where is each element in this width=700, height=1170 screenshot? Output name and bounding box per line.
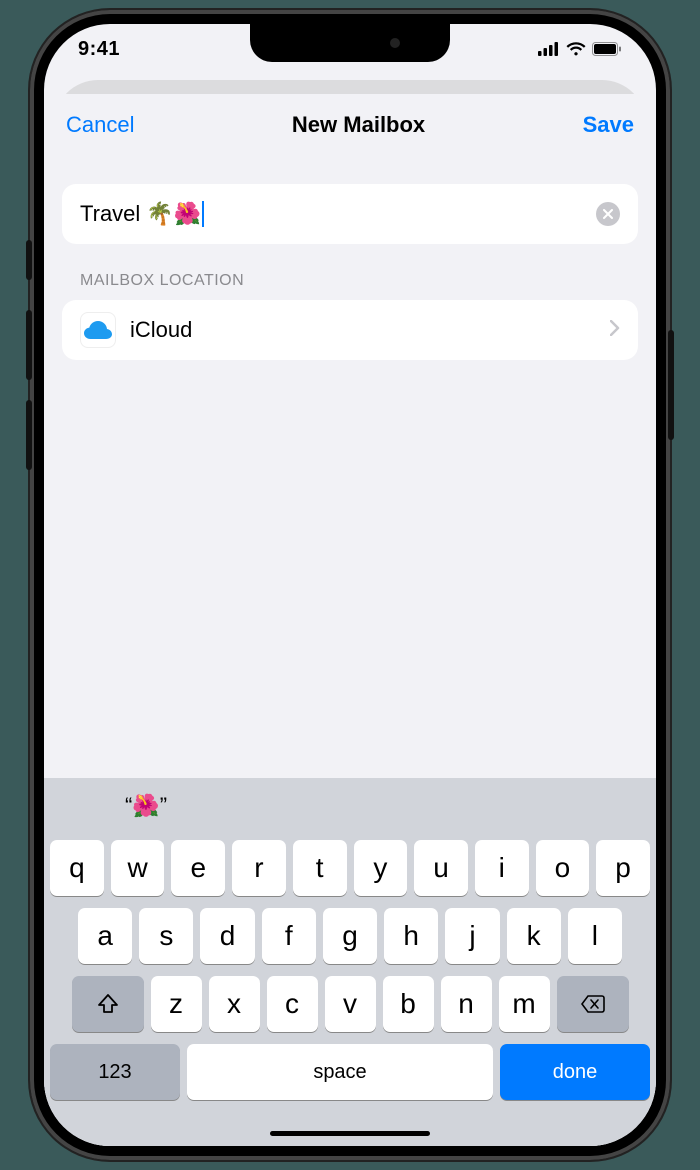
prediction-1[interactable]: “🌺” (44, 793, 248, 819)
key-u[interactable]: u (414, 840, 468, 896)
modal-sheet: Cancel New Mailbox Save Travel 🌴🌺 MAILBO… (44, 94, 656, 1146)
wifi-icon (566, 42, 586, 56)
chevron-right-icon (610, 319, 620, 342)
key-y[interactable]: y (354, 840, 408, 896)
keyboard-row-1: q w e r t y u i o p (50, 840, 650, 896)
home-indicator[interactable] (270, 1131, 430, 1136)
clear-text-button[interactable] (596, 202, 620, 226)
cancel-button[interactable]: Cancel (66, 112, 134, 138)
mailbox-name-input[interactable]: Travel 🌴🌺 (80, 201, 596, 227)
keyboard-row-2: a s d f g h j k l (50, 908, 650, 964)
prediction-bar: “🌺” (44, 778, 656, 834)
key-d[interactable]: d (200, 908, 254, 964)
mailbox-location-row[interactable]: iCloud (62, 300, 638, 360)
key-o[interactable]: o (536, 840, 590, 896)
key-l[interactable]: l (568, 908, 622, 964)
key-j[interactable]: j (445, 908, 499, 964)
page-title: New Mailbox (292, 112, 425, 138)
nav-bar: Cancel New Mailbox Save (44, 94, 656, 150)
key-e[interactable]: e (171, 840, 225, 896)
x-icon (603, 209, 613, 219)
backspace-icon (580, 994, 606, 1014)
space-key[interactable]: space (187, 1044, 493, 1100)
mailbox-location-label: iCloud (130, 317, 596, 343)
key-t[interactable]: t (293, 840, 347, 896)
key-r[interactable]: r (232, 840, 286, 896)
keyboard-row-4: 123 space done (50, 1044, 650, 1100)
key-w[interactable]: w (111, 840, 165, 896)
mailbox-name-field[interactable]: Travel 🌴🌺 (62, 184, 638, 244)
battery-icon (592, 42, 622, 56)
volume-up (26, 310, 32, 380)
shift-icon (97, 993, 119, 1015)
text-cursor (202, 201, 204, 227)
key-b[interactable]: b (383, 976, 434, 1032)
done-key[interactable]: done (500, 1044, 650, 1100)
keyboard: “🌺” q w e r t y u i o p (44, 778, 656, 1146)
key-m[interactable]: m (499, 976, 550, 1032)
key-z[interactable]: z (151, 976, 202, 1032)
keyboard-rows: q w e r t y u i o p a s d (44, 834, 656, 1100)
key-x[interactable]: x (209, 976, 260, 1032)
backspace-key[interactable] (557, 976, 629, 1032)
key-k[interactable]: k (507, 908, 561, 964)
key-p[interactable]: p (596, 840, 650, 896)
status-icons (538, 42, 622, 56)
notch (250, 24, 450, 62)
power-button (668, 330, 674, 440)
icloud-icon (80, 312, 116, 348)
key-a[interactable]: a (78, 908, 132, 964)
numbers-key[interactable]: 123 (50, 1044, 180, 1100)
key-n[interactable]: n (441, 976, 492, 1032)
mailbox-location-header: MAILBOX LOCATION (62, 244, 638, 300)
key-q[interactable]: q (50, 840, 104, 896)
status-time: 9:41 (78, 38, 120, 61)
mailbox-name-value: Travel 🌴🌺 (80, 201, 201, 227)
screen: 9:41 Cancel New Mailbox Save Travel 🌴🌺 (44, 24, 656, 1146)
mute-switch (26, 240, 32, 280)
key-c[interactable]: c (267, 976, 318, 1032)
key-g[interactable]: g (323, 908, 377, 964)
cellular-icon (538, 42, 560, 56)
key-h[interactable]: h (384, 908, 438, 964)
keyboard-row-3: z x c v b n m (50, 976, 650, 1032)
key-f[interactable]: f (262, 908, 316, 964)
key-s[interactable]: s (139, 908, 193, 964)
phone-frame: 9:41 Cancel New Mailbox Save Travel 🌴🌺 (30, 10, 670, 1160)
volume-down (26, 400, 32, 470)
save-button[interactable]: Save (583, 112, 634, 138)
key-v[interactable]: v (325, 976, 376, 1032)
shift-key[interactable] (72, 976, 144, 1032)
key-i[interactable]: i (475, 840, 529, 896)
content: Travel 🌴🌺 MAILBOX LOCATION iCloud (44, 150, 656, 360)
